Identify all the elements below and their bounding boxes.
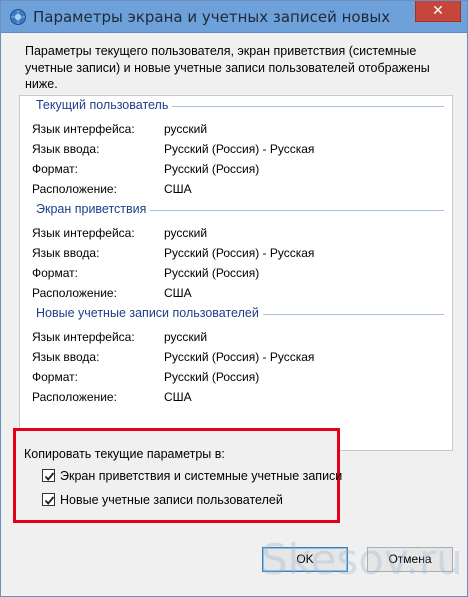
section-divider — [148, 210, 444, 211]
section-title-welcome-screen: Экран приветствия — [36, 202, 151, 216]
dialog-window: Параметры экрана и учетных записей новых… — [0, 0, 468, 597]
row-value: Русский (Россия) — [164, 266, 260, 280]
row-label: Формат: — [32, 162, 78, 176]
checkmark-icon — [44, 472, 55, 482]
row-label: Язык интерфейса: — [32, 226, 135, 240]
dialog-content: Параметры текущего пользователя, экран п… — [9, 33, 463, 590]
settings-panel: Текущий пользователь Язык интерфейса: ру… — [19, 95, 453, 451]
checkbox-new-users[interactable]: Новые учетные записи пользователей — [42, 493, 283, 507]
row-label: Расположение: — [32, 390, 117, 404]
ok-button[interactable]: OK — [262, 547, 348, 572]
section-divider — [170, 106, 444, 107]
checkbox[interactable] — [42, 493, 55, 507]
row-label: Язык ввода: — [32, 142, 100, 156]
row-value: Русский (Россия) - Русская — [164, 142, 315, 156]
row-label: Формат: — [32, 370, 78, 384]
row-value: Русский (Россия) — [164, 370, 260, 384]
checkbox-welcome-screen[interactable]: Экран приветствия и системные учетные за… — [42, 469, 342, 483]
title-bar[interactable]: Параметры экрана и учетных записей новых… — [1, 1, 467, 33]
section-divider — [258, 314, 444, 315]
section-title-new-users: Новые учетные записи пользователей — [36, 306, 263, 320]
row-value: США — [164, 286, 192, 300]
checkbox-label: Новые учетные записи пользователей — [60, 493, 283, 507]
row-value: Русский (Россия) - Русская — [164, 350, 315, 364]
row-label: Язык ввода: — [32, 350, 100, 364]
window-title: Параметры экрана и учетных записей новых… — [33, 8, 393, 26]
close-button[interactable]: ✕ — [415, 1, 461, 22]
close-icon: ✕ — [432, 3, 444, 19]
intro-text: Параметры текущего пользователя, экран п… — [25, 44, 430, 91]
section-title-current-user: Текущий пользователь — [36, 98, 173, 112]
cancel-button[interactable]: Отмена — [367, 547, 453, 572]
row-label: Язык ввода: — [32, 246, 100, 260]
row-label: Расположение: — [32, 182, 117, 196]
display-settings-icon — [9, 8, 27, 26]
row-value: Русский (Россия) — [164, 162, 260, 176]
copy-settings-title: Копировать текущие параметры в: — [24, 447, 225, 461]
checkmark-icon — [44, 496, 55, 506]
row-label: Расположение: — [32, 286, 117, 300]
row-value: США — [164, 182, 192, 196]
row-label: Язык интерфейса: — [32, 122, 135, 136]
row-value: Русский (Россия) - Русская — [164, 246, 315, 260]
checkbox[interactable] — [42, 469, 55, 483]
row-value: русский — [164, 122, 208, 136]
row-label: Язык интерфейса: — [32, 330, 135, 344]
row-value: русский — [164, 226, 208, 240]
row-value: США — [164, 390, 192, 404]
row-label: Формат: — [32, 266, 78, 280]
checkbox-label: Экран приветствия и системные учетные за… — [60, 469, 343, 483]
copy-settings-group: Копировать текущие параметры в: Экран пр… — [13, 428, 342, 523]
row-value: русский — [164, 330, 208, 344]
